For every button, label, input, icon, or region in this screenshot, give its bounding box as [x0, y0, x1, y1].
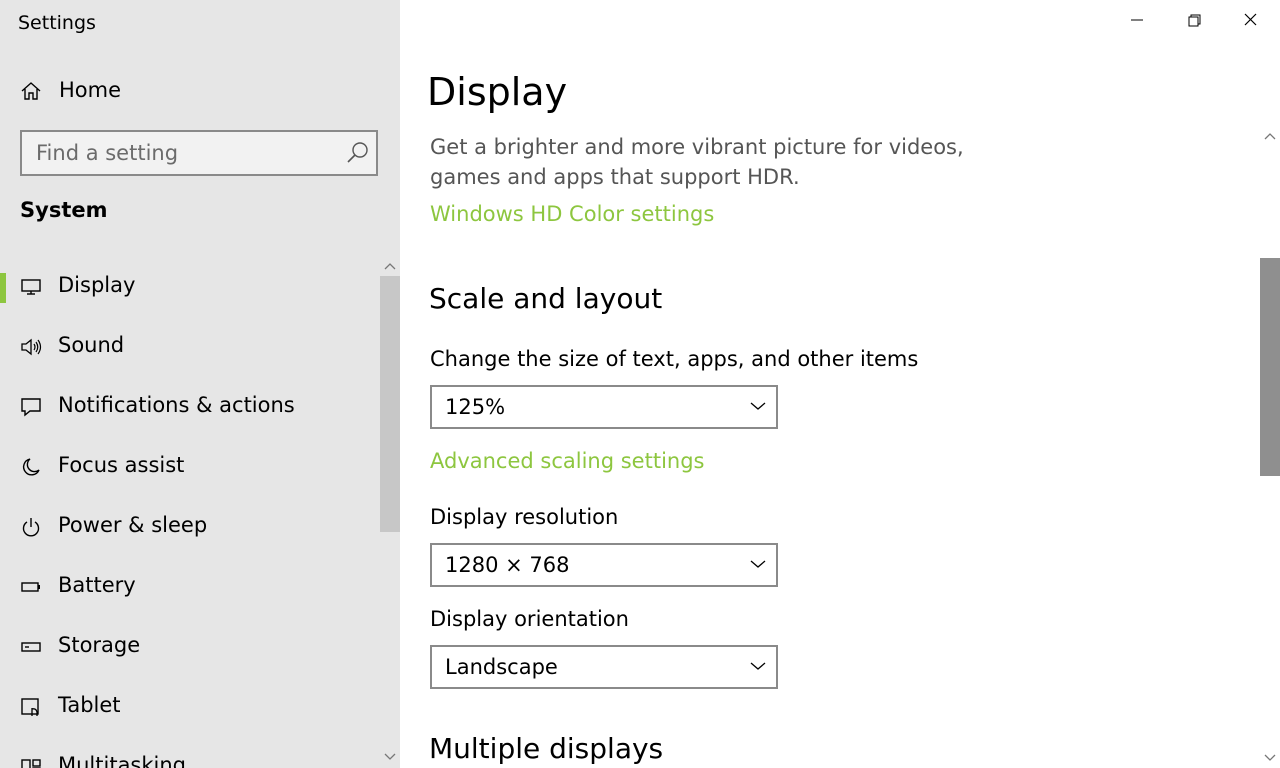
sidebar-item-label: Tablet [58, 693, 121, 717]
sidebar: Settings Home System Display [0, 0, 400, 768]
main-scrollbar-thumb[interactable] [1260, 258, 1280, 476]
moon-icon [22, 458, 40, 476]
sidebar-item-multitasking[interactable]: Multitasking [0, 737, 380, 768]
restore-icon [1188, 14, 1201, 27]
search-box[interactable] [20, 130, 378, 176]
sidebar-item-display[interactable]: Display [0, 257, 380, 317]
home-button[interactable]: Home [0, 68, 380, 112]
sidebar-item-label: Power & sleep [58, 513, 208, 537]
chevron-down-icon [750, 402, 766, 410]
orientation-label: Display orientation [430, 607, 629, 631]
app-title: Settings [18, 12, 96, 34]
page-title: Display [427, 70, 568, 114]
sidebar-nav: Display Sound Notifications & actions Fo… [0, 257, 380, 768]
sidebar-item-label: Sound [58, 333, 125, 357]
sidebar-item-notifications[interactable]: Notifications & actions [0, 377, 380, 437]
chevron-down-icon [750, 662, 766, 670]
speaker-icon [21, 338, 42, 356]
multiple-displays-heading: Multiple displays [429, 732, 664, 765]
notification-icon [21, 398, 41, 417]
sidebar-item-label: Multitasking [58, 753, 187, 768]
sidebar-item-label: Display [58, 273, 136, 297]
scroll-up-icon[interactable] [384, 262, 396, 270]
sidebar-item-focus-assist[interactable]: Focus assist [0, 437, 380, 497]
scroll-up-icon[interactable] [1264, 132, 1276, 140]
minimize-button[interactable] [1109, 0, 1165, 40]
scale-value: 125% [445, 395, 506, 419]
home-label: Home [59, 78, 122, 102]
power-icon [22, 518, 40, 537]
section-title: System [20, 198, 108, 222]
restore-button[interactable] [1166, 0, 1222, 40]
windows-hd-color-settings-link[interactable]: Windows HD Color settings [430, 202, 714, 226]
search-icon[interactable] [346, 141, 370, 165]
sidebar-item-sound[interactable]: Sound [0, 317, 380, 377]
scale-label: Change the size of text, apps, and other… [430, 347, 919, 371]
chevron-down-icon [750, 560, 766, 568]
battery-icon [21, 582, 40, 592]
scroll-down-icon[interactable] [1264, 754, 1276, 762]
storage-icon [21, 642, 41, 652]
search-input[interactable] [36, 132, 336, 174]
tablet-icon [21, 698, 39, 716]
main-content: Display Get a brighter and more vibrant … [400, 0, 1280, 768]
monitor-icon [21, 279, 41, 295]
scroll-down-icon[interactable] [384, 753, 396, 761]
resolution-value: 1280 × 768 [445, 553, 570, 577]
sidebar-item-label: Battery [58, 573, 136, 597]
close-button[interactable] [1222, 0, 1278, 40]
resolution-dropdown[interactable]: 1280 × 768 [430, 543, 778, 587]
sidebar-item-label: Focus assist [58, 453, 185, 477]
advanced-scaling-settings-link[interactable]: Advanced scaling settings [430, 449, 705, 473]
scale-dropdown[interactable]: 125% [430, 385, 778, 429]
close-icon [1244, 13, 1257, 26]
sidebar-item-power-sleep[interactable]: Power & sleep [0, 497, 380, 557]
hdr-description: Get a brighter and more vibrant picture … [430, 135, 964, 189]
scale-layout-heading: Scale and layout [429, 282, 663, 315]
sidebar-item-storage[interactable]: Storage [0, 617, 380, 677]
resolution-label: Display resolution [430, 505, 619, 529]
sidebar-scrollbar-thumb[interactable] [380, 276, 400, 532]
sidebar-item-label: Storage [58, 633, 141, 657]
orientation-dropdown[interactable]: Landscape [430, 645, 778, 689]
sidebar-item-battery[interactable]: Battery [0, 557, 380, 617]
sidebar-item-label: Notifications & actions [58, 393, 295, 417]
minimize-icon [1131, 19, 1143, 21]
home-icon [21, 82, 41, 100]
sidebar-item-tablet[interactable]: Tablet [0, 677, 380, 737]
orientation-value: Landscape [445, 655, 558, 679]
multitasking-icon [21, 759, 41, 768]
